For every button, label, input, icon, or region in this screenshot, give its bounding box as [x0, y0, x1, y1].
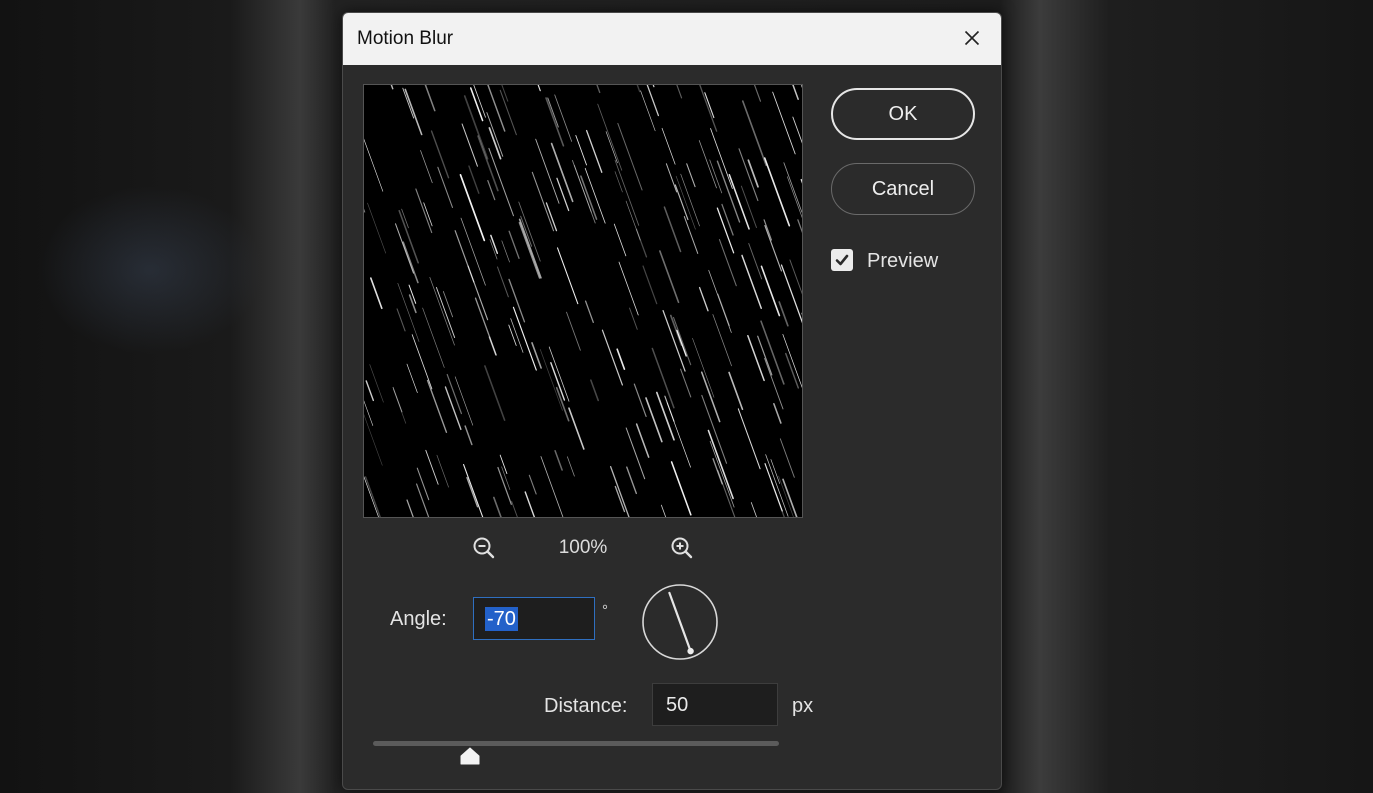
preview-area[interactable] — [363, 84, 803, 518]
zoom-level: 100% — [558, 537, 608, 558]
dialog-title: Motion Blur — [357, 28, 454, 49]
angle-input[interactable]: -70 — [473, 597, 595, 640]
zoom-out-button[interactable] — [471, 535, 497, 561]
cancel-button[interactable]: Cancel — [831, 163, 975, 215]
preview-checkbox[interactable] — [831, 249, 853, 271]
distance-label: Distance: — [544, 695, 628, 717]
distance-slider-track[interactable] — [373, 741, 779, 746]
angle-dial-icon[interactable] — [641, 583, 719, 661]
ok-button[interactable]: OK — [831, 88, 975, 140]
preview-label: Preview — [867, 250, 939, 272]
zoom-out-icon — [473, 537, 495, 559]
distance-slider-thumb[interactable] — [459, 747, 481, 765]
checkmark-icon — [835, 254, 849, 266]
zoom-in-icon — [671, 537, 693, 559]
preview-image — [364, 85, 802, 517]
distance-unit: px — [792, 695, 814, 717]
angle-value: -70 — [485, 607, 518, 631]
close-icon — [964, 30, 980, 46]
zoom-in-button[interactable] — [669, 535, 695, 561]
close-button[interactable] — [957, 23, 987, 53]
motion-blur-dialog: Motion Blur OK Cancel Preview 100% Angle… — [342, 12, 1002, 790]
degree-symbol: ° — [602, 602, 608, 619]
distance-input[interactable]: 50 — [652, 683, 778, 726]
angle-label: Angle: — [390, 608, 447, 630]
dialog-titlebar[interactable]: Motion Blur — [343, 13, 1001, 65]
